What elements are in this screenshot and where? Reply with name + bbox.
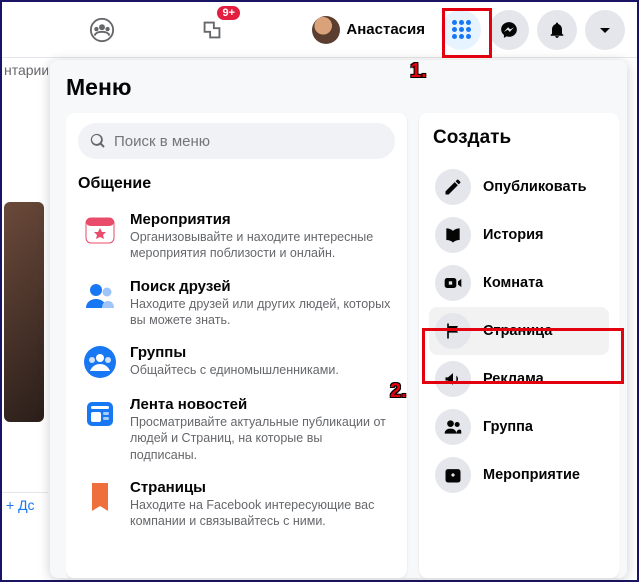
flag-icon — [435, 313, 471, 349]
events-icon — [82, 211, 118, 247]
sliver-text: нтарии — [2, 58, 48, 82]
pages-icon — [82, 479, 118, 515]
menu-title: Меню — [66, 74, 619, 101]
top-nav: 9+ Анастасия — [2, 2, 637, 58]
create-title: Создать — [429, 127, 609, 149]
profile-name: Анастасия — [346, 21, 425, 38]
create-column: Создать Опубликовать История Комната Стр… — [419, 113, 619, 578]
bell-icon — [547, 20, 567, 40]
menu-grid-icon — [452, 20, 471, 39]
notifications-button[interactable] — [537, 10, 577, 50]
create-post[interactable]: Опубликовать — [429, 163, 609, 211]
create-event[interactable]: Мероприятие — [429, 451, 609, 499]
create-room[interactable]: Комната — [429, 259, 609, 307]
feed-icon — [82, 396, 118, 432]
menu-item-groups[interactable]: ГруппыОбщайтесь с единомышленниками. — [78, 336, 395, 388]
story-thumbnail[interactable] — [4, 202, 44, 422]
account-button[interactable] — [585, 10, 625, 50]
gaming-tab-icon[interactable]: 9+ — [192, 10, 232, 50]
avatar — [312, 16, 340, 44]
profile-chip[interactable]: Анастасия — [308, 12, 433, 48]
section-label: Общение — [78, 175, 395, 193]
menu-button[interactable] — [441, 10, 481, 50]
notification-badge: 9+ — [217, 6, 240, 20]
create-page[interactable]: Страница — [429, 307, 609, 355]
menu-item-news-feed[interactable]: Лента новостейПросматривайте актуальные … — [78, 388, 395, 471]
search-icon — [90, 133, 106, 149]
menu-panel: Меню Общение МероприятияОрганизовывайте … — [50, 60, 627, 578]
friends-icon — [82, 278, 118, 314]
messenger-icon — [499, 20, 519, 40]
video-icon — [435, 265, 471, 301]
menu-search[interactable] — [78, 123, 395, 159]
menu-left-column: Общение МероприятияОрганизовывайте и нах… — [66, 113, 407, 578]
menu-item-events[interactable]: МероприятияОрганизовывайте и находите ин… — [78, 203, 395, 270]
book-icon — [435, 217, 471, 253]
messenger-button[interactable] — [489, 10, 529, 50]
menu-search-input[interactable] — [114, 133, 383, 150]
create-story[interactable]: История — [429, 211, 609, 259]
megaphone-icon — [435, 361, 471, 397]
groups-icon — [82, 344, 118, 380]
menu-item-pages[interactable]: СтраницыНаходите на Facebook интересующи… — [78, 471, 395, 538]
groups-tab-icon[interactable] — [82, 10, 122, 50]
caret-down-icon — [595, 20, 615, 40]
create-group[interactable]: Группа — [429, 403, 609, 451]
menu-item-find-friends[interactable]: Поиск друзейНаходите друзей или других л… — [78, 270, 395, 337]
edit-icon — [435, 169, 471, 205]
left-sliver: нтарии + Дс — [2, 58, 48, 580]
sliver-add-button[interactable]: + Дс — [2, 492, 48, 517]
create-ad[interactable]: Реклама — [429, 355, 609, 403]
group-icon — [435, 409, 471, 445]
calendar-plus-icon — [435, 457, 471, 493]
